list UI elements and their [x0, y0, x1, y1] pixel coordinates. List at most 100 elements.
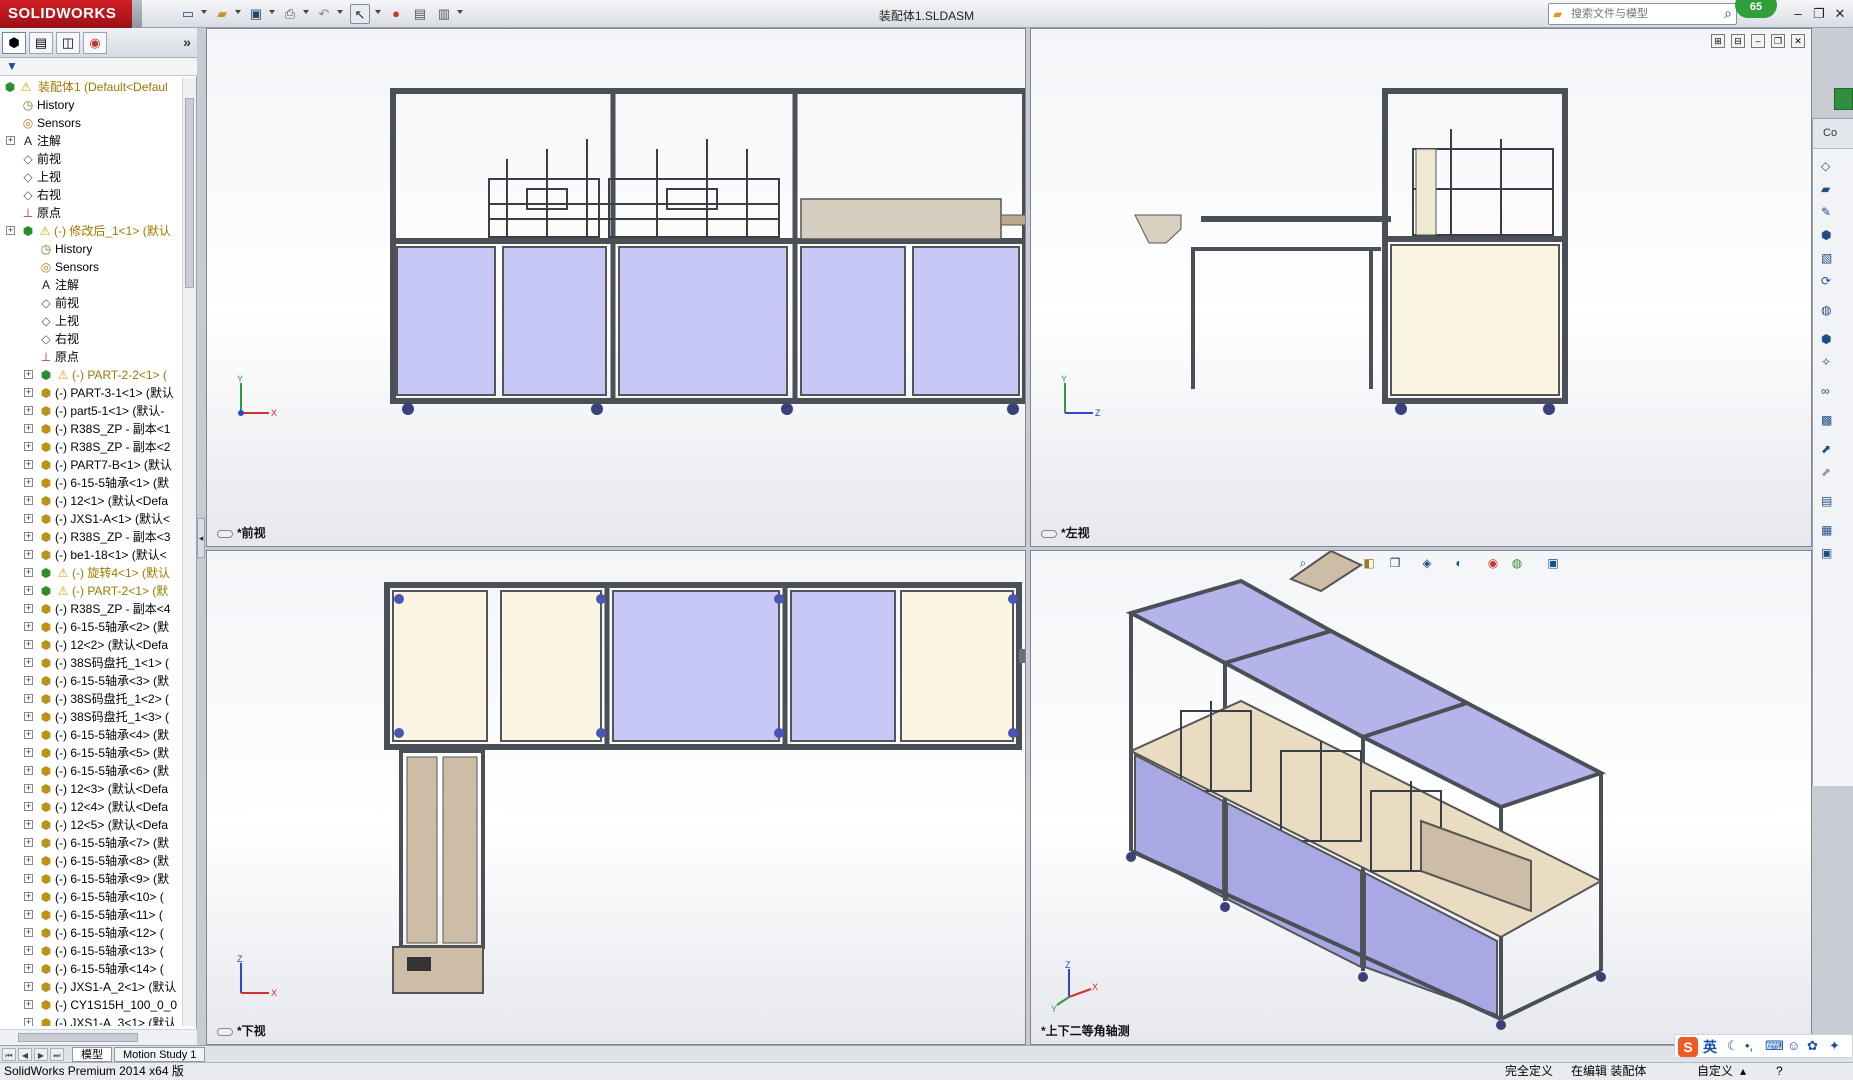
view-label-isometric[interactable]: *上下二等角轴测 — [1041, 1022, 1130, 1039]
filter-icon[interactable]: ▼ — [6, 59, 18, 73]
expand-toggle-icon[interactable]: + — [24, 856, 33, 865]
expand-toggle-icon[interactable]: + — [24, 406, 33, 415]
task-pane-item-icon[interactable]: ∞ — [1821, 384, 1853, 404]
tree-horizontal-scrollbar[interactable] — [0, 1029, 197, 1045]
expand-toggle-icon[interactable]: + — [24, 676, 33, 685]
rebuild-icon[interactable]: ● — [386, 4, 406, 24]
select-dropdown-caret[interactable] — [375, 10, 381, 14]
expand-toggle-icon[interactable]: + — [24, 910, 33, 919]
expand-toggle-icon[interactable]: + — [24, 1000, 33, 1009]
task-pane-item-icon[interactable]: ⬈ — [1821, 465, 1853, 485]
sogou-logo-icon[interactable]: S — [1678, 1037, 1698, 1057]
first-tab-arrow[interactable]: ⏮ — [2, 1048, 16, 1061]
expand-toggle-icon[interactable]: + — [24, 658, 33, 667]
options-icon[interactable]: ▥ — [434, 4, 454, 24]
ime-moon-icon[interactable]: ☾ — [1727, 1038, 1739, 1054]
menu-expand-arrow[interactable] — [132, 0, 142, 28]
task-pane-item-icon[interactable]: ▤ — [1821, 494, 1853, 514]
pane-collapse-handle[interactable]: ◂ — [197, 518, 205, 558]
expand-toggle-icon[interactable]: + — [24, 874, 33, 883]
expand-toggle-icon[interactable]: + — [24, 550, 33, 559]
expand-toggle-icon[interactable]: + — [24, 982, 33, 991]
feature-manager-tab[interactable]: ⬢ — [2, 32, 26, 54]
tab-motion-study[interactable]: Motion Study 1 — [114, 1047, 206, 1062]
viewport-bottom[interactable]: Z X *下视 — [206, 550, 1026, 1045]
expand-toggle-icon[interactable]: + — [24, 802, 33, 811]
close-button[interactable]: ✕ — [1831, 6, 1849, 22]
expand-toggle-icon[interactable]: + — [24, 946, 33, 955]
viewport-isometric[interactable]: ⌕ ⊕ ↺ ◧ ❒ ◈ ◐ ◉ ◍ ▣ — [1030, 550, 1812, 1045]
viewport-left[interactable]: ⊞ ⊟ – ❐ ✕ Y Z *左视 — [1030, 28, 1812, 547]
expand-toggle-icon[interactable]: + — [24, 694, 33, 703]
expand-toggle-icon[interactable]: + — [24, 514, 33, 523]
expand-toggle-icon[interactable]: + — [24, 460, 33, 469]
task-pane-item-icon[interactable]: ⬢ — [1821, 332, 1853, 352]
undo-dropdown-caret[interactable] — [337, 10, 343, 14]
ime-tools-icon[interactable]: ✦ — [1829, 1038, 1840, 1054]
expand-toggle-icon[interactable]: + — [24, 424, 33, 433]
task-pane-item-icon[interactable]: ⬢ — [1821, 228, 1853, 248]
expand-toggle-icon[interactable]: + — [24, 964, 33, 973]
open-dropdown-caret[interactable] — [235, 10, 241, 14]
expand-pane-icon[interactable]: » — [183, 34, 191, 50]
expand-toggle-icon[interactable]: + — [24, 766, 33, 775]
expand-toggle-icon[interactable]: + — [24, 730, 33, 739]
select-cursor-icon[interactable]: ↖ — [350, 4, 370, 24]
search-icon[interactable]: ⌕ — [1724, 5, 1732, 22]
task-pane-item-icon[interactable]: ▦ — [1821, 523, 1853, 543]
scroll-thumb[interactable] — [185, 98, 194, 288]
task-pane-home-icon[interactable] — [1834, 88, 1853, 110]
task-pane-item-icon[interactable]: ⟳ — [1821, 274, 1853, 294]
tab-model[interactable]: 模型 — [72, 1047, 112, 1062]
task-pane-item-icon[interactable]: ✎ — [1821, 205, 1853, 225]
search-input[interactable] — [1571, 6, 1711, 22]
last-tab-arrow[interactable]: ⏭ — [50, 1048, 64, 1061]
view-toggle-icon[interactable] — [1041, 529, 1057, 538]
view-label-bottom[interactable]: *下视 — [217, 1022, 266, 1039]
print-icon[interactable]: ⎙ — [280, 4, 300, 24]
undo-icon[interactable]: ↶ — [314, 4, 334, 24]
save-icon[interactable]: ▣ — [246, 4, 266, 24]
expand-toggle-icon[interactable]: + — [24, 586, 33, 595]
view-label-left[interactable]: *左视 — [1041, 524, 1090, 541]
expand-toggle-icon[interactable]: + — [24, 604, 33, 613]
view-toggle-icon[interactable] — [217, 1027, 233, 1036]
ime-language[interactable]: 英 — [1703, 1037, 1717, 1057]
notification-badge[interactable]: 65 — [1735, 0, 1777, 18]
task-pane-item-icon[interactable]: ▣ — [1821, 546, 1853, 566]
status-units[interactable]: 自定义 — [1697, 1063, 1733, 1080]
ime-keyboard-icon[interactable]: ⌨ — [1765, 1038, 1784, 1054]
viewport-front[interactable]: Y X *前视 — [206, 28, 1026, 547]
task-pane-item-icon[interactable]: ▰ — [1821, 182, 1853, 202]
status-help-icon[interactable]: ? — [1776, 1063, 1783, 1080]
open-folder-icon[interactable]: ▰ — [212, 4, 232, 24]
prev-tab-arrow[interactable]: ◀ — [18, 1048, 32, 1061]
file-properties-icon[interactable]: ▤ — [410, 4, 430, 24]
print-dropdown-caret[interactable] — [303, 10, 309, 14]
view-label-front[interactable]: *前视 — [217, 524, 266, 541]
configuration-manager-tab[interactable]: ◫ — [56, 32, 80, 54]
scroll-thumb[interactable] — [18, 1033, 138, 1042]
property-manager-tab[interactable]: ▤ — [29, 32, 53, 54]
expand-toggle-icon[interactable]: + — [24, 388, 33, 397]
next-tab-arrow[interactable]: ▶ — [34, 1048, 48, 1061]
expand-toggle-icon[interactable]: + — [24, 478, 33, 487]
ime-user-icon[interactable]: ☺ — [1787, 1038, 1800, 1053]
task-pane-item-icon[interactable]: ✧ — [1821, 355, 1853, 375]
tree-vertical-scrollbar[interactable] — [182, 78, 196, 1026]
expand-toggle-icon[interactable]: + — [24, 568, 33, 577]
tree-filter[interactable]: ▼ — [0, 58, 197, 76]
expand-toggle-icon[interactable]: + — [24, 892, 33, 901]
task-pane-item-icon[interactable]: ◇ — [1821, 159, 1853, 179]
expand-toggle-icon[interactable]: + — [24, 784, 33, 793]
expand-toggle-icon[interactable]: + — [24, 496, 33, 505]
expand-toggle-icon[interactable]: + — [24, 1018, 33, 1026]
task-pane-item-icon[interactable]: ▩ — [1821, 413, 1853, 433]
task-pane-item-icon[interactable]: ⬈ — [1821, 442, 1853, 462]
expand-toggle-icon[interactable]: + — [24, 532, 33, 541]
expand-toggle-icon[interactable]: + — [6, 226, 15, 235]
expand-toggle-icon[interactable]: + — [6, 136, 15, 145]
units-caret-icon[interactable]: ▴ — [1740, 1063, 1746, 1080]
expand-toggle-icon[interactable]: + — [24, 748, 33, 757]
expand-toggle-icon[interactable]: + — [24, 838, 33, 847]
